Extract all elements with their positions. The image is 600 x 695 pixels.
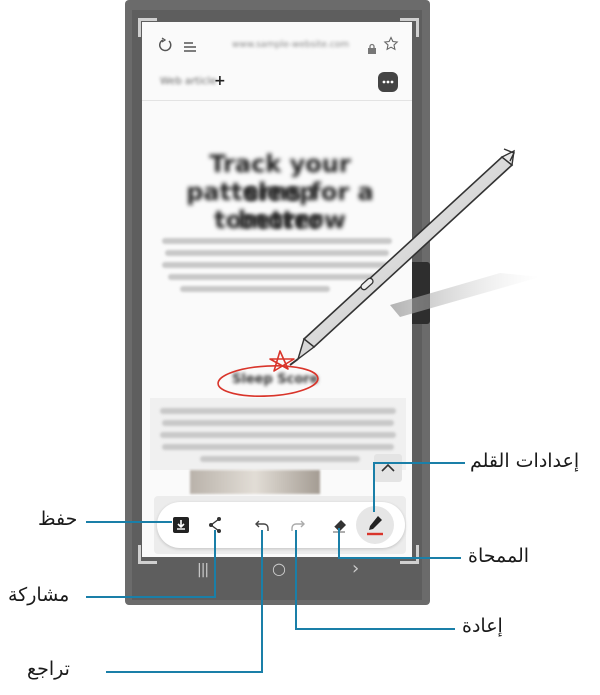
label-share: مشاركة xyxy=(8,584,70,606)
article-text-line xyxy=(160,408,396,414)
nav-recent-button[interactable]: ||| xyxy=(197,562,209,578)
chat-icon[interactable] xyxy=(378,72,398,92)
article-text-line xyxy=(200,456,360,462)
eraser-button[interactable] xyxy=(327,512,353,538)
browser-tab[interactable]: Web article xyxy=(160,76,216,87)
collapse-toolbar-button[interactable] xyxy=(374,454,402,482)
label-save: حفظ xyxy=(38,508,78,530)
bookmark-star-icon[interactable] xyxy=(383,36,399,52)
callout-line-undo xyxy=(106,671,263,673)
pen-settings-button[interactable] xyxy=(356,506,394,544)
callout-line-pen-settings xyxy=(373,462,375,512)
download-icon xyxy=(173,517,189,533)
reader-mode-icon[interactable] xyxy=(183,39,197,52)
save-button[interactable] xyxy=(168,512,194,538)
label-redo: إعادة xyxy=(462,615,503,637)
new-tab-plus-icon[interactable]: + xyxy=(214,73,226,89)
refresh-icon[interactable] xyxy=(157,37,173,53)
article-text-line xyxy=(162,444,394,450)
callout-line-save xyxy=(86,521,172,523)
address-url[interactable]: www.sample-website.com xyxy=(232,40,352,50)
article-text-line xyxy=(160,432,396,438)
article-text-line xyxy=(162,420,394,426)
eraser-icon xyxy=(333,520,346,533)
callout-line-pen-settings xyxy=(373,462,465,464)
callout-line-undo xyxy=(261,530,263,673)
nav-home-button[interactable]: ○ xyxy=(272,559,286,578)
callout-line-share xyxy=(86,596,216,598)
callout-line-eraser xyxy=(338,528,340,559)
article-image xyxy=(190,470,320,494)
s-pen-stylus xyxy=(289,148,540,366)
pen-icon xyxy=(367,516,383,536)
redo-icon xyxy=(291,520,305,531)
nav-back-button[interactable]: › xyxy=(352,558,359,579)
callout-line-redo xyxy=(295,628,455,630)
label-eraser: الممحاة xyxy=(468,545,530,567)
divider xyxy=(142,100,412,101)
callout-line-redo xyxy=(295,530,297,630)
label-undo: تراجع xyxy=(27,658,70,680)
label-pen-settings: إعدادات القلم xyxy=(470,450,580,472)
callout-line-eraser xyxy=(338,557,461,559)
chevron-up-icon xyxy=(381,463,395,472)
callout-line-share xyxy=(214,530,216,598)
corner-bracket xyxy=(138,18,157,37)
undo-button[interactable] xyxy=(250,512,276,538)
corner-bracket xyxy=(400,18,419,37)
undo-icon xyxy=(255,520,269,531)
redo-button[interactable] xyxy=(284,512,310,538)
lock-icon xyxy=(367,40,377,54)
